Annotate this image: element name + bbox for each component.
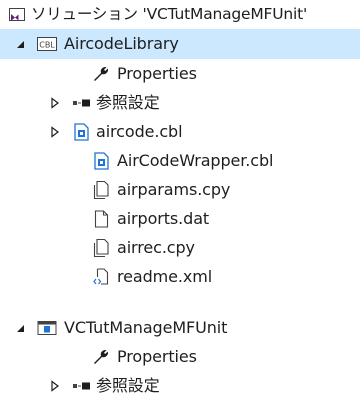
- item-label: airrec.cpy: [117, 237, 195, 257]
- item-label: Properties: [117, 346, 197, 366]
- tree-row-aircodewrapper-cbl[interactable]: AirCodeWrapper.cbl: [0, 146, 360, 175]
- unit-test-project-icon: [36, 313, 58, 342]
- collapsed-arrow-icon[interactable]: [50, 117, 60, 146]
- expanded-arrow-icon[interactable]: [14, 313, 26, 342]
- project-label: AircodeLibrary: [64, 34, 179, 53]
- document-icon: [92, 204, 110, 233]
- cobol-file-icon: [72, 117, 90, 146]
- collapsed-arrow-icon[interactable]: [50, 371, 60, 400]
- tree-row-solution[interactable]: ソリューション 'VCTutManageMFUnit': [0, 0, 360, 29]
- tree-row-references[interactable]: 参照設定: [0, 88, 360, 117]
- references-icon: [72, 88, 92, 117]
- references-icon: [72, 371, 92, 400]
- collapsed-arrow-icon[interactable]: [50, 88, 60, 117]
- cobol-project-icon: CBL: [36, 29, 58, 59]
- copybook-icon: [92, 233, 110, 262]
- item-label: 参照設定: [96, 92, 160, 112]
- expanded-arrow-icon[interactable]: [14, 29, 26, 59]
- copybook-icon: [92, 175, 110, 204]
- solution-label: ソリューション 'VCTutManageMFUnit': [31, 4, 308, 23]
- tree-row-properties[interactable]: Properties: [0, 59, 360, 88]
- cobol-file-icon: [92, 146, 110, 175]
- tree-row-properties[interactable]: Properties: [0, 342, 360, 371]
- item-label: readme.xml: [117, 266, 213, 286]
- item-label: 参照設定: [96, 375, 160, 395]
- solution-icon: [7, 0, 27, 29]
- item-label: aircode.cbl: [96, 121, 183, 141]
- item-label: Properties: [117, 63, 197, 83]
- project-label: VCTutManageMFUnit: [64, 317, 228, 337]
- item-label: airports.dat: [117, 208, 210, 228]
- tree-row-airports-dat[interactable]: airports.dat: [0, 204, 360, 233]
- wrench-icon: [92, 342, 110, 371]
- tree-row-aircode-cbl[interactable]: aircode.cbl: [0, 117, 360, 146]
- xml-file-icon: [92, 262, 110, 291]
- item-label: AirCodeWrapper.cbl: [117, 150, 274, 170]
- tree-row-project-aircodelibrary[interactable]: CBL AircodeLibrary: [0, 29, 360, 59]
- solution-explorer-tree: ソリューション 'VCTutManageMFUnit' CBL AircodeL…: [0, 0, 360, 401]
- tree-row-readme-xml[interactable]: readme.xml: [0, 262, 360, 291]
- svg-text:CBL: CBL: [39, 41, 55, 50]
- tree-row-airparams-cpy[interactable]: airparams.cpy: [0, 175, 360, 204]
- wrench-icon: [92, 59, 110, 88]
- tree-row-references[interactable]: 参照設定: [0, 371, 360, 400]
- item-label: airparams.cpy: [117, 179, 231, 199]
- tree-row-airrec-cpy[interactable]: airrec.cpy: [0, 233, 360, 262]
- tree-row-project-vctutmanagemfunit[interactable]: VCTutManageMFUnit: [0, 313, 360, 342]
